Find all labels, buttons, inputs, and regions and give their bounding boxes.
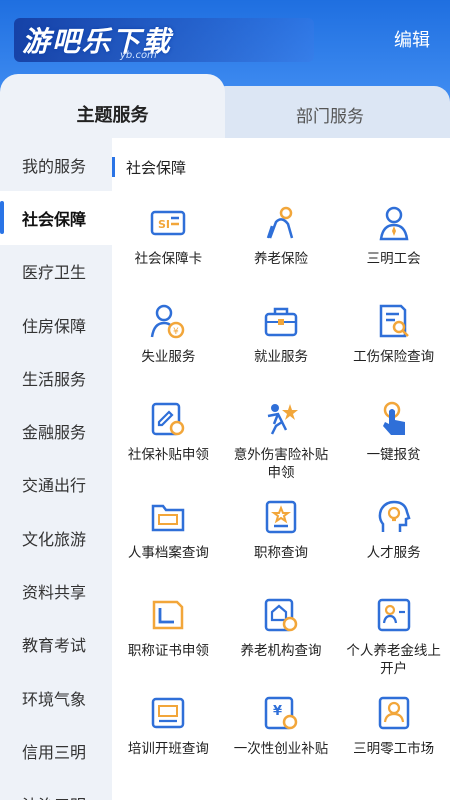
service-label: 三明零工市场: [353, 741, 435, 757]
svg-text:¥: ¥: [173, 327, 179, 337]
watermark-subtext: yb.com: [120, 50, 157, 61]
unemployment-icon: ¥: [151, 304, 185, 339]
sidebar-item-housing[interactable]: 住房保障: [0, 298, 112, 351]
service-item[interactable]: ¥ 失业服务: [112, 290, 225, 388]
service-label: 培训开班查询: [127, 741, 209, 757]
edit-button[interactable]: 编辑: [394, 26, 430, 52]
service-label: 就业服务: [253, 349, 308, 365]
service-label: 人才服务: [366, 545, 421, 561]
injury-insurance-query-icon: [379, 304, 409, 338]
training-icon: [152, 697, 185, 729]
service-item[interactable]: 三明工会: [337, 192, 450, 290]
social-security-card-icon: SI: [151, 210, 186, 236]
service-grid: SI 社会保障卡 养老保险 三明工会 ¥ 失业服务 就业服务 工伤保险查询 社保…: [112, 192, 450, 780]
section-title: 社会保障: [112, 156, 186, 178]
talent-bulb-icon: [378, 500, 411, 532]
sidebar-item-environment[interactable]: 环境气象: [0, 671, 112, 724]
tab-label: 主题服务: [76, 105, 149, 126]
sidebar-item-education[interactable]: 教育考试: [0, 618, 112, 671]
service-label: 人事档案查询: [127, 545, 209, 561]
service-label: 个人养老金线上开户: [346, 643, 441, 677]
subsidy-apply-icon: [152, 402, 185, 436]
sidebar-item-legal[interactable]: 法治三明: [0, 778, 112, 800]
sidebar-item-social-security[interactable]: 社会保障: [0, 191, 112, 245]
sidebar-item-transport[interactable]: 交通出行: [0, 458, 112, 511]
service-label: 失业服务: [141, 349, 196, 365]
service-label: 社会保障卡: [134, 251, 203, 267]
sidebar-item-life[interactable]: 生活服务: [0, 351, 112, 404]
service-label: 养老保险: [253, 251, 308, 267]
service-label: 一键报贫: [366, 447, 421, 463]
startup-subsidy-icon: ¥: [264, 696, 298, 730]
service-item[interactable]: 一键报贫: [337, 388, 450, 486]
service-item[interactable]: 工伤保险查询: [337, 290, 450, 388]
category-sidebar: 我的服务 社会保障 医疗卫生 住房保障 生活服务 金融服务 交通出行 文化旅游 …: [0, 138, 112, 800]
service-item[interactable]: 个人养老金线上开户: [337, 584, 450, 682]
service-item[interactable]: 职称证书申领: [112, 584, 225, 682]
sidebar-item-culture-tourism[interactable]: 文化旅游: [0, 511, 112, 564]
pension-insurance-icon: [266, 206, 294, 239]
service-item[interactable]: 就业服务: [225, 290, 338, 388]
service-label: 一次性创业补贴: [233, 741, 329, 757]
svg-text:SI: SI: [158, 218, 170, 231]
sidebar-item-finance[interactable]: 金融服务: [0, 404, 112, 457]
header-bar: 游吧乐下载 yb.com 编辑 部门服务 主题服务: [0, 0, 450, 150]
service-item[interactable]: 三明零工市场: [337, 682, 450, 780]
service-item[interactable]: 培训开班查询: [112, 682, 225, 780]
title-certificate-icon: [265, 500, 297, 534]
trade-union-icon: [379, 206, 409, 241]
service-label: 职称证书申领: [127, 643, 209, 659]
archive-folder-icon: [152, 504, 185, 532]
service-label: 社保补贴申领: [127, 447, 209, 463]
service-label: 三明工会: [366, 251, 421, 267]
accident-insurance-icon: [267, 404, 298, 435]
sidebar-item-medical[interactable]: 医疗卫生: [0, 245, 112, 298]
service-item[interactable]: 人事档案查询: [112, 486, 225, 584]
nursing-home-icon: [264, 598, 298, 632]
svg-text:¥: ¥: [273, 704, 282, 719]
pension-account-icon: [377, 598, 410, 632]
service-item[interactable]: 养老机构查询: [225, 584, 338, 682]
service-item[interactable]: ¥ 一次性创业补贴: [225, 682, 338, 780]
service-item[interactable]: 人才服务: [337, 486, 450, 584]
service-item[interactable]: SI 社会保障卡: [112, 192, 225, 290]
sidebar-item-data-sharing[interactable]: 资料共享: [0, 564, 112, 617]
tap-hand-icon: [382, 401, 405, 435]
service-item[interactable]: 养老保险: [225, 192, 338, 290]
service-label: 职称查询: [253, 545, 308, 561]
service-label: 养老机构查询: [240, 643, 322, 659]
service-item[interactable]: 社保补贴申领: [112, 388, 225, 486]
sidebar-item-credit[interactable]: 信用三明: [0, 724, 112, 777]
certificate-book-icon: [153, 600, 184, 630]
service-item[interactable]: 意外伤害险补贴申领: [225, 388, 338, 486]
briefcase-icon: [264, 307, 298, 337]
service-panel: 社会保障 SI 社会保障卡 养老保险 三明工会 ¥ 失业服务 就业服务 工伤保险…: [112, 138, 450, 800]
gig-market-icon: [378, 696, 409, 730]
service-label: 意外伤害险补贴申领: [233, 447, 329, 481]
service-item[interactable]: 职称查询: [225, 486, 338, 584]
tab-label: 部门服务: [296, 107, 364, 127]
service-label: 工伤保险查询: [353, 349, 435, 365]
sidebar-item-my-services[interactable]: 我的服务: [0, 138, 112, 191]
